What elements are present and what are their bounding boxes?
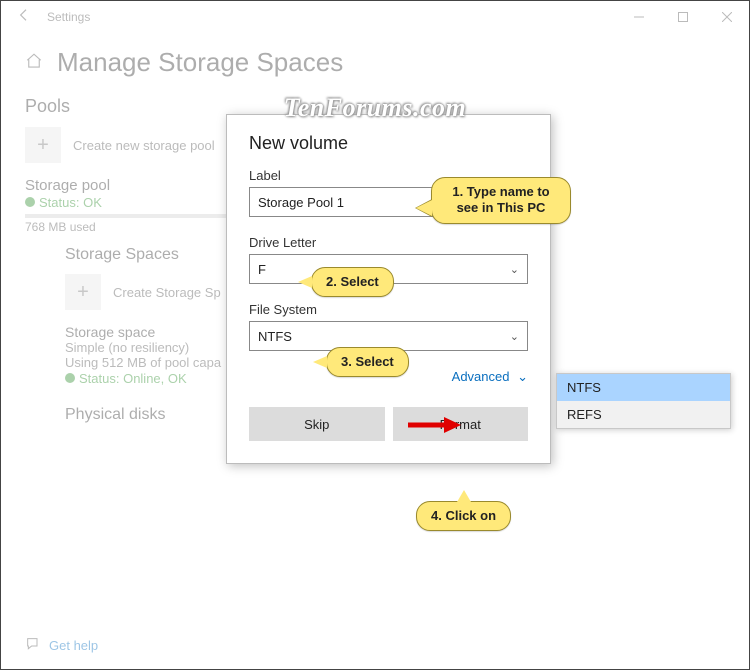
skip-button[interactable]: Skip bbox=[249, 407, 385, 441]
annotation-callout: 2. Select bbox=[311, 267, 394, 297]
file-system-label: File System bbox=[249, 302, 528, 317]
plus-icon: + bbox=[65, 274, 101, 310]
page-title: Manage Storage Spaces bbox=[57, 47, 343, 78]
dropdown-option-ntfs[interactable]: NTFS bbox=[557, 374, 730, 401]
dialog-title: New volume bbox=[249, 133, 528, 154]
chevron-down-icon: ⌄ bbox=[510, 330, 519, 343]
drive-letter-label: Drive Letter bbox=[249, 235, 528, 250]
close-button[interactable] bbox=[705, 1, 749, 33]
help-icon bbox=[25, 636, 41, 655]
dropdown-option-refs[interactable]: REFS bbox=[557, 401, 730, 428]
titlebar: Settings bbox=[1, 1, 749, 33]
titlebar-title: Settings bbox=[47, 10, 90, 24]
space-status: Status: Online, OK bbox=[65, 371, 187, 386]
help-label: Get help bbox=[49, 638, 98, 653]
back-button[interactable] bbox=[9, 7, 39, 28]
arrow-right-icon bbox=[406, 416, 461, 434]
plus-icon: + bbox=[25, 127, 61, 163]
get-help-link[interactable]: Get help bbox=[25, 636, 98, 655]
pool-status: Status: OK bbox=[25, 195, 102, 210]
file-system-dropdown: NTFS REFS bbox=[556, 373, 731, 429]
chevron-down-icon: ⌄ bbox=[510, 263, 519, 276]
annotation-callout: 4. Click on bbox=[416, 501, 511, 531]
settings-window: Settings Manage Storage Spaces Pools + C… bbox=[0, 0, 750, 670]
chevron-down-icon: ⌄ bbox=[513, 369, 528, 384]
advanced-link[interactable]: Advanced ⌄ bbox=[452, 369, 528, 384]
minimize-button[interactable] bbox=[617, 1, 661, 33]
annotation-callout: 3. Select bbox=[326, 347, 409, 377]
usage-bar bbox=[25, 214, 245, 218]
annotation-callout: 1. Type name to see in This PC bbox=[431, 177, 571, 224]
create-space-label: Create Storage Sp bbox=[113, 285, 221, 300]
maximize-button[interactable] bbox=[661, 1, 705, 33]
create-pool-label: Create new storage pool bbox=[73, 138, 215, 153]
home-icon[interactable] bbox=[25, 52, 43, 73]
window-controls bbox=[617, 1, 749, 33]
